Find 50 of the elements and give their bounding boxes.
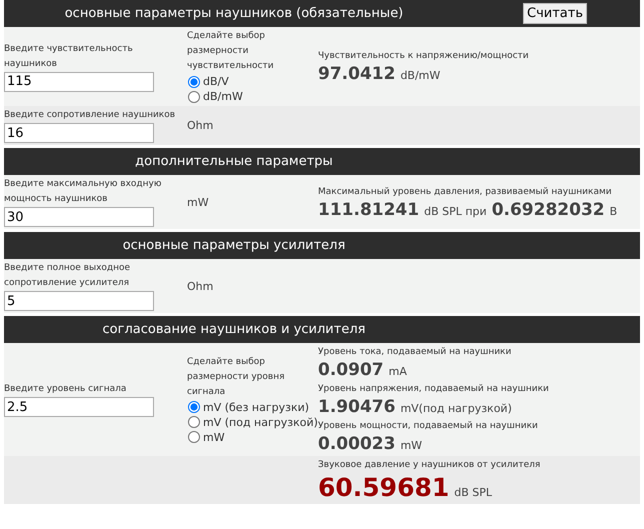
result-value: 97.0412 — [318, 64, 396, 84]
radio-button[interactable] — [188, 416, 200, 428]
radio-label[interactable]: dB/mW — [203, 89, 243, 104]
section-title: дополнительные параметры — [134, 154, 334, 169]
result-label: Уровень тока, подаваемый на наушники — [318, 346, 512, 359]
field-label: Введите полное выходное сопротивление усилителя — [4, 262, 132, 290]
result-unit: dB/mW — [400, 69, 440, 82]
radio-button[interactable] — [188, 76, 200, 88]
section-title: согласование наушников и усилителя — [102, 322, 366, 337]
choice-label: Сделайте выбор размерности чувствительности — [187, 30, 275, 73]
radio-label[interactable]: mW — [203, 430, 225, 444]
section-title: основные параметры усилителя — [122, 238, 346, 253]
result-unit: dB SPL при — [424, 204, 487, 218]
input-field[interactable]: 2.5 — [4, 397, 154, 417]
result-value: 0.00023 — [318, 434, 396, 454]
radio-label[interactable]: mV (без нагрузки) — [203, 400, 310, 414]
unit-label: mW — [187, 196, 210, 208]
choice-label: Сделайте выбор размерности уровня сигнала — [187, 356, 286, 398]
unit-label: Ohm — [187, 280, 214, 292]
input-field[interactable]: 30 — [4, 207, 154, 227]
result-value: 0.0907 — [318, 360, 384, 380]
calculate-button[interactable]: Считать — [523, 3, 587, 24]
input-field[interactable]: 5 — [4, 291, 154, 311]
result-unit: dB SPL — [454, 486, 492, 499]
result-label: Чувствительность к напряжению/мощности — [318, 50, 530, 63]
result-value: 0.69282032 — [492, 200, 605, 220]
field-label: Введите уровень сигнала — [4, 383, 128, 396]
result-value: 111.81241 — [318, 200, 420, 220]
result-label: Уровень напряжения, подаваемый на наушники — [318, 383, 550, 396]
result-value: 1.90476 — [318, 397, 396, 417]
section-title: основные параметры наушников (обязательные) — [64, 6, 404, 21]
field-label: Введите сопротивление наушников — [4, 109, 176, 122]
radio-button[interactable] — [188, 90, 200, 102]
input-field[interactable]: 16 — [4, 123, 154, 143]
result-value: 60.59681 — [318, 473, 450, 502]
field-label: Введите чувствительность наушников — [4, 42, 134, 70]
result-label: Уровень мощности, подаваемый на наушники — [318, 420, 539, 433]
result-unit: mW — [400, 439, 422, 452]
field-label: Введите максимальную входную мощность наушников — [4, 178, 162, 206]
radio-label[interactable]: mV (под нагрузкой) — [203, 414, 318, 430]
radio-label[interactable]: dB/V — [203, 74, 229, 89]
result-unit: В — [610, 204, 618, 218]
unit-label: Ohm — [187, 119, 214, 132]
input-field[interactable]: 115 — [4, 72, 154, 92]
result-label: Звуковое давление у наушников от усилителя — [318, 459, 542, 472]
radio-button[interactable] — [188, 431, 200, 443]
result-unit: mV(под нагрузкой) — [400, 402, 512, 415]
result-label: Максимальный уровень давления, развиваемый наушниками — [318, 186, 613, 198]
radio-button[interactable] — [188, 401, 200, 413]
result-unit: mA — [388, 365, 407, 378]
